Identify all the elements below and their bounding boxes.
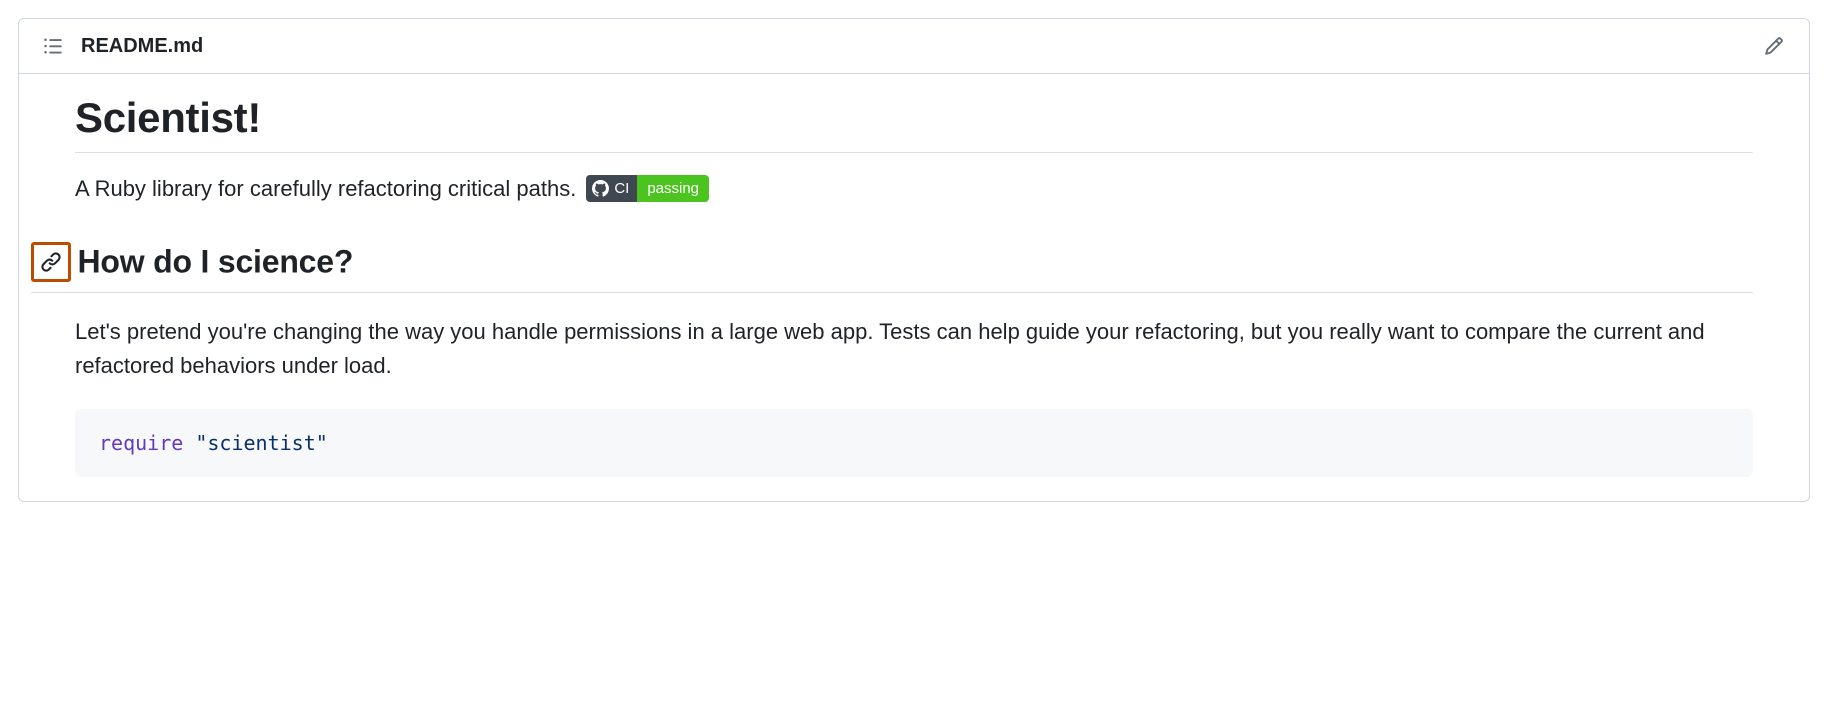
description-line: A Ruby library for carefully refactoring… [75, 175, 1753, 202]
code-keyword: require [99, 431, 183, 455]
readme-body: Scientist! A Ruby library for carefully … [19, 74, 1809, 501]
ci-badge[interactable]: CI passing [586, 175, 709, 202]
pencil-icon [1764, 36, 1784, 56]
code-block: require "scientist" [75, 409, 1753, 477]
page-title: Scientist! [75, 94, 1753, 153]
description-text: A Ruby library for carefully refactoring… [75, 176, 576, 202]
badge-right: passing [637, 175, 709, 202]
section-paragraph: Let's pretend you're changing the way yo… [75, 315, 1753, 383]
readme-header: README.md [19, 19, 1809, 74]
section-heading: How do I science? [77, 244, 353, 280]
readme-container: README.md Scientist! A Ruby library for … [18, 18, 1810, 502]
badge-left-label: CI [614, 181, 629, 196]
link-icon [40, 251, 62, 273]
heading-anchor-link[interactable] [31, 242, 71, 282]
file-name: README.md [81, 35, 203, 58]
badge-right-label: passing [647, 181, 699, 196]
section-heading-row: How do I science? [31, 242, 1753, 293]
table-of-contents-button[interactable] [37, 30, 69, 62]
github-icon [592, 180, 609, 197]
code-string: "scientist" [195, 431, 327, 455]
badge-left: CI [586, 175, 637, 202]
edit-file-button[interactable] [1757, 29, 1791, 63]
list-unordered-icon [43, 36, 63, 56]
